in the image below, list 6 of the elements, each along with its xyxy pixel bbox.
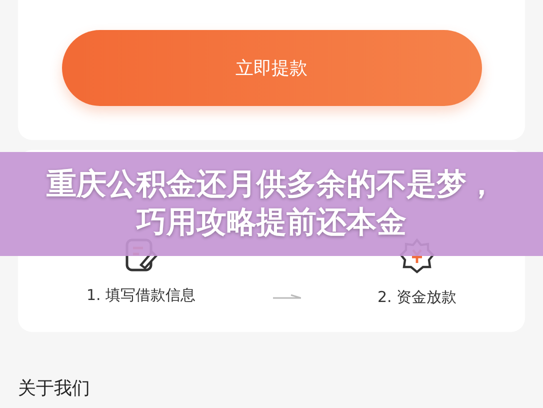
step-label: 1. 填写借款信息 xyxy=(86,286,196,305)
withdraw-button[interactable]: 立即提款 xyxy=(62,30,482,106)
step-label: 2. 资金放款 xyxy=(377,288,457,307)
banner-title: 重庆公积金还月供多余的不是梦，巧用攻略提前还本金 xyxy=(46,166,498,242)
section-title: 关于我们 xyxy=(18,377,91,400)
arrow-icon xyxy=(272,294,300,300)
